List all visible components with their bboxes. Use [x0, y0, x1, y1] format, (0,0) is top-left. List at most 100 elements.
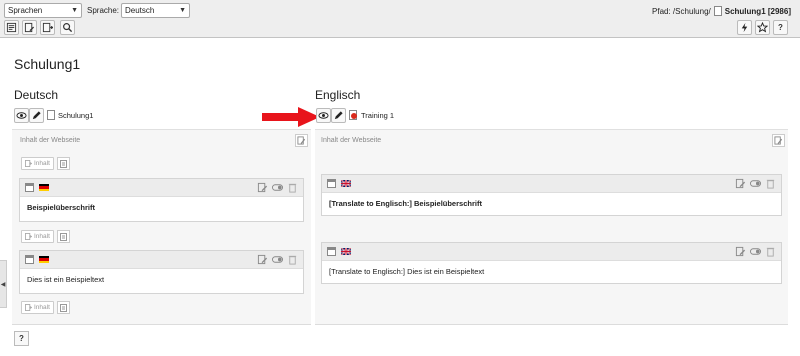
left-content-header: Inhalt der Webseite: [20, 137, 81, 144]
paste-icon: [59, 303, 67, 312]
top-toolbar: Sprachen ▼ Sprache: Deutsch ▼ Pfad: /Sch…: [0, 0, 800, 38]
content-type-icon: [25, 255, 34, 264]
left-language-title: Deutsch: [14, 88, 59, 102]
add-content-button[interactable]: Inhalt: [21, 157, 54, 170]
pencil-icon: [32, 111, 41, 120]
content-element-text: [Translate to Englisch:] Dies ist ein Be…: [329, 267, 485, 276]
breadcrumb: Pfad: /Schulung/ Schulung1 [2986]: [652, 6, 791, 16]
content-element-card[interactable]: [Translate to Englisch:] Beispielübersch…: [321, 174, 782, 216]
paste-button[interactable]: [57, 230, 70, 243]
language-mode-value: Sprachen: [8, 6, 43, 15]
search-icon: [63, 23, 73, 33]
trash-icon[interactable]: [287, 254, 298, 265]
edit-column-button[interactable]: [295, 134, 308, 147]
uk-flag-icon: [341, 180, 351, 187]
view-right-page-button[interactable]: [316, 108, 331, 123]
add-content-label: Inhalt: [34, 304, 50, 311]
hidden-page-icon: [349, 110, 357, 120]
content-element-header: [20, 179, 303, 197]
edit-column-icon: [774, 136, 783, 145]
page-icon: [713, 6, 722, 16]
paste-button[interactable]: [57, 301, 70, 314]
new-content-button[interactable]: [40, 20, 55, 35]
add-content-label: Inhalt: [34, 233, 50, 240]
content-type-icon: [25, 183, 34, 192]
edit-right-page-button[interactable]: [331, 108, 346, 123]
toggle-visibility-icon[interactable]: [750, 246, 761, 257]
edit-page-button[interactable]: [22, 20, 37, 35]
right-content-header: Inhalt der Webseite: [321, 137, 382, 144]
edit-document-icon: [24, 22, 35, 33]
page-icon: [47, 110, 55, 120]
help-label: ?: [778, 23, 783, 32]
view-page-button[interactable]: [14, 108, 29, 123]
left-page-link[interactable]: Schulung1: [47, 110, 93, 120]
page-title: Schulung1: [14, 56, 81, 72]
left-content-column: Inhalt der Webseite Inhalt Beispielübers…: [12, 129, 311, 325]
edit-icon[interactable]: [735, 178, 746, 189]
add-content-button[interactable]: Inhalt: [21, 230, 54, 243]
add-content-icon: [25, 233, 32, 240]
toggle-visibility-icon[interactable]: [272, 182, 283, 193]
edit-icon[interactable]: [735, 246, 746, 257]
star-icon: [757, 22, 768, 33]
content-element-text: Beispielüberschrift: [27, 203, 95, 212]
right-page-label: Training 1: [361, 110, 395, 120]
toggle-visibility-icon[interactable]: [750, 178, 761, 189]
help-button[interactable]: ?: [773, 20, 788, 35]
help-label: ?: [19, 334, 24, 343]
content-element-card[interactable]: [Translate to Englisch:] Dies ist ein Be…: [321, 242, 782, 284]
add-content-button[interactable]: Inhalt: [21, 301, 54, 314]
add-content-icon: [42, 22, 53, 33]
paste-icon: [59, 232, 67, 241]
content-element-text: Dies ist ein Beispieltext: [27, 275, 105, 284]
right-content-column: Inhalt der Webseite [Translate to Englis…: [315, 129, 788, 325]
chevron-down-icon: ▼: [71, 7, 78, 14]
add-content-label: Inhalt: [34, 160, 50, 167]
trash-icon[interactable]: [765, 246, 776, 257]
paste-button[interactable]: [57, 157, 70, 170]
edit-icon[interactable]: [257, 254, 268, 265]
edit-left-page-button[interactable]: [29, 108, 44, 123]
content-element-card[interactable]: Beispielüberschrift: [19, 178, 304, 222]
uk-flag-icon: [341, 248, 351, 255]
paste-icon: [59, 159, 67, 168]
content-element-header: [20, 251, 303, 269]
toggle-visibility-icon[interactable]: [272, 254, 283, 265]
trash-icon[interactable]: [287, 182, 298, 193]
eye-icon: [318, 112, 329, 119]
german-flag-icon: [39, 184, 49, 191]
page-properties-button[interactable]: [4, 20, 19, 35]
sprache-select[interactable]: Deutsch ▼: [121, 3, 190, 18]
pencil-icon: [334, 111, 343, 120]
path-page-title[interactable]: Schulung1 [2986]: [725, 7, 791, 16]
path-label: Pfad: /Schulung/: [652, 6, 711, 16]
content-element-text: [Translate to Englisch:] Beispielübersch…: [329, 199, 482, 208]
left-page-label: Schulung1: [58, 110, 94, 120]
bookmark-button[interactable]: [755, 20, 770, 35]
content-element-header: [322, 175, 781, 193]
content-element-card[interactable]: Dies ist ein Beispieltext: [19, 250, 304, 294]
chevron-down-icon: ▼: [179, 7, 186, 14]
eye-icon: [16, 112, 27, 119]
content-type-icon: [327, 247, 336, 256]
red-arrow-annotation: [262, 107, 320, 127]
content-type-icon: [327, 179, 336, 188]
add-content-icon: [25, 304, 32, 311]
chevron-left-icon: ◀: [0, 281, 6, 288]
bottom-help-button[interactable]: ?: [14, 331, 29, 346]
lightning-icon: [741, 22, 748, 33]
right-page-link[interactable]: Training 1: [349, 110, 394, 120]
page-properties-icon: [6, 22, 17, 33]
shortcut-button[interactable]: [737, 20, 752, 35]
trash-icon[interactable]: [765, 178, 776, 189]
add-content-icon: [25, 160, 32, 167]
search-button[interactable]: [60, 20, 75, 35]
sprache-label: Sprache:: [87, 6, 120, 15]
collapse-sidebar-toggle[interactable]: ◀: [0, 260, 7, 308]
sprache-value: Deutsch: [125, 6, 155, 15]
edit-column-button[interactable]: [772, 134, 785, 147]
edit-icon[interactable]: [257, 182, 268, 193]
right-language-title: Englisch: [315, 88, 361, 102]
language-mode-select[interactable]: Sprachen ▼: [4, 3, 82, 18]
